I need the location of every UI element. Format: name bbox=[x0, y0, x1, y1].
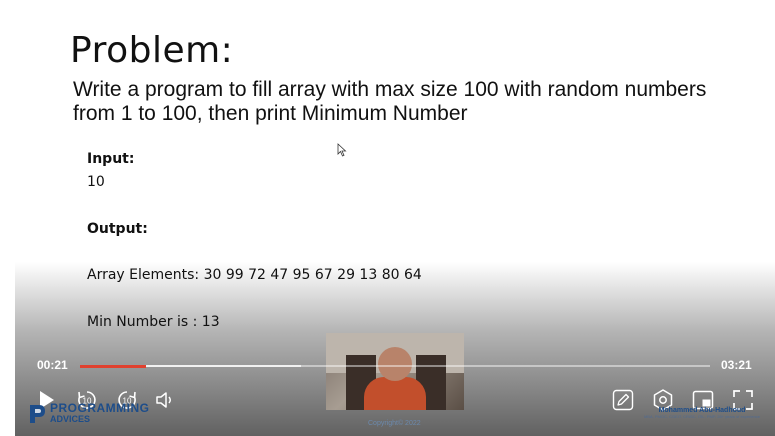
total-time: 03:21 bbox=[721, 358, 752, 372]
video-player[interactable]: Problem: Write a program to fill array w… bbox=[0, 0, 775, 436]
mouse-cursor-icon bbox=[337, 143, 347, 157]
logo-line-2: ADVICES bbox=[50, 414, 91, 424]
min-number-line: Min Number is : 13 bbox=[87, 314, 220, 330]
annotate-button[interactable] bbox=[611, 388, 635, 412]
slide-title: Problem: bbox=[70, 30, 234, 71]
array-elements-line: Array Elements: 30 99 72 47 95 67 29 13 … bbox=[87, 267, 422, 283]
problem-statement: Write a program to fill array with max s… bbox=[73, 78, 707, 125]
author-degrees: MBA, PMOC, CGEIT, CRISC, ITIL, PMP, 26+ … bbox=[643, 414, 761, 419]
volume-icon bbox=[156, 392, 171, 408]
current-time: 00:21 bbox=[37, 358, 68, 372]
logo-line-1: PROGRAMMING bbox=[50, 401, 150, 415]
input-value: 10 bbox=[87, 174, 105, 190]
progress-played bbox=[80, 364, 146, 368]
programming-advices-logo: PROGRAMMING ADVICES bbox=[28, 401, 150, 425]
author-credit: Mohammed Abu-Hadhoud MBA, PMOC, CGEIT, C… bbox=[636, 407, 768, 420]
progress-bar[interactable] bbox=[80, 364, 710, 368]
output-label: Output: bbox=[87, 221, 148, 237]
webcam-overlay bbox=[326, 333, 464, 410]
volume-button[interactable] bbox=[154, 389, 176, 411]
logo-mark-icon bbox=[30, 405, 45, 423]
pencil-icon bbox=[612, 389, 634, 411]
copyright-text: Copyright© 2022 bbox=[368, 420, 421, 427]
input-label: Input: bbox=[87, 151, 135, 167]
author-name: Mohammed Abu-Hadhoud bbox=[658, 407, 746, 414]
